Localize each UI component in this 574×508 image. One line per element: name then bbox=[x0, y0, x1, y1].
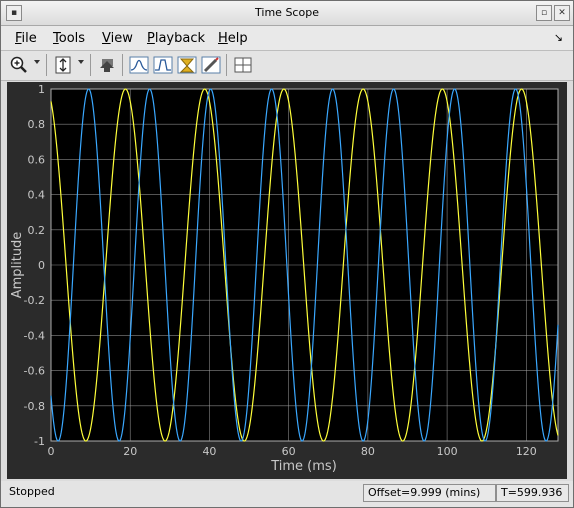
menu-bar: File Tools View Playback Help ↘ bbox=[1, 26, 573, 51]
title-bar[interactable]: Time Scope ▪ ▫ ✕ bbox=[1, 1, 573, 26]
layout-icon[interactable] bbox=[233, 55, 253, 75]
x-axis-label: Time (ms) bbox=[270, 459, 337, 474]
undock-icon[interactable]: ↘ bbox=[554, 31, 563, 44]
x-tick-label: 40 bbox=[202, 445, 216, 458]
y-tick-label: -0.6 bbox=[24, 365, 45, 378]
toolbar bbox=[1, 51, 573, 81]
toolbar-separator bbox=[226, 54, 227, 76]
y-tick-label: -0.2 bbox=[24, 294, 45, 307]
y-tick-label: 1 bbox=[38, 83, 45, 96]
y-tick-label: 0.8 bbox=[28, 118, 46, 131]
x-tick-label: 80 bbox=[361, 445, 375, 458]
signal-statistics-icon[interactable] bbox=[129, 55, 149, 75]
autoscale-dropdown-icon[interactable] bbox=[78, 60, 84, 64]
status-bar: Stopped Offset=9.999 (mins) T=599.936 bbox=[1, 481, 573, 507]
y-tick-label: 0 bbox=[38, 259, 45, 272]
menu-help[interactable]: Help bbox=[218, 31, 248, 46]
x-tick-label: 20 bbox=[123, 445, 137, 458]
minimize-button[interactable]: ▫ bbox=[536, 5, 552, 21]
menu-view[interactable]: View bbox=[102, 31, 133, 46]
status-offset: Offset=9.999 (mins) bbox=[363, 484, 496, 502]
toolbar-separator bbox=[46, 54, 47, 76]
y-tick-label: 0.2 bbox=[28, 224, 46, 237]
window-menu-button[interactable]: ▪ bbox=[6, 5, 22, 21]
toolbar-separator bbox=[122, 54, 123, 76]
window-title: Time Scope bbox=[255, 6, 319, 19]
y-axis-ticks: -1 -0.8 -0.6 -0.4 -0.2 0 0.2 0.4 0.6 0.8 1 bbox=[24, 83, 45, 448]
x-axis-ticks: 0 20 40 60 80 100 120 bbox=[48, 445, 537, 458]
close-button[interactable]: ✕ bbox=[554, 5, 570, 21]
time-scope-window: Time Scope ▪ ▫ ✕ File Tools View Playbac… bbox=[0, 0, 574, 508]
status-time: T=599.936 bbox=[496, 484, 569, 502]
menu-tools[interactable]: Tools bbox=[53, 31, 85, 46]
highlight-simulink-signal-icon[interactable] bbox=[97, 55, 117, 75]
x-tick-label: 100 bbox=[437, 445, 458, 458]
zoom-in-icon[interactable] bbox=[9, 55, 29, 75]
peak-finder-icon[interactable] bbox=[177, 55, 197, 75]
y-tick-label: 0.4 bbox=[28, 189, 46, 202]
status-state: Stopped bbox=[9, 485, 55, 498]
scope-display-panel: -1 -0.8 -0.6 -0.4 -0.2 0 0.2 0.4 0.6 0.8 1 0 20 40 60… bbox=[7, 82, 567, 479]
y-tick-label: -1 bbox=[34, 435, 45, 448]
x-tick-label: 60 bbox=[282, 445, 296, 458]
bilevel-measurements-icon[interactable] bbox=[153, 55, 173, 75]
toolbar-separator bbox=[90, 54, 91, 76]
y-axis-label: Amplitude bbox=[10, 232, 25, 299]
menu-file[interactable]: File bbox=[15, 31, 37, 46]
menu-playback[interactable]: Playback bbox=[147, 31, 205, 46]
y-tick-label: 0.6 bbox=[28, 153, 46, 166]
x-tick-label: 120 bbox=[516, 445, 537, 458]
triggers-icon[interactable] bbox=[201, 55, 221, 75]
y-tick-label: -0.4 bbox=[24, 329, 45, 342]
y-tick-label: -0.8 bbox=[24, 400, 45, 413]
amplitude-time-plot[interactable]: -1 -0.8 -0.6 -0.4 -0.2 0 0.2 0.4 0.6 0.8 1 0 20 40 60… bbox=[7, 82, 567, 479]
autoscale-icon[interactable] bbox=[53, 55, 73, 75]
zoom-dropdown-icon[interactable] bbox=[34, 60, 40, 64]
x-tick-label: 0 bbox=[48, 445, 55, 458]
